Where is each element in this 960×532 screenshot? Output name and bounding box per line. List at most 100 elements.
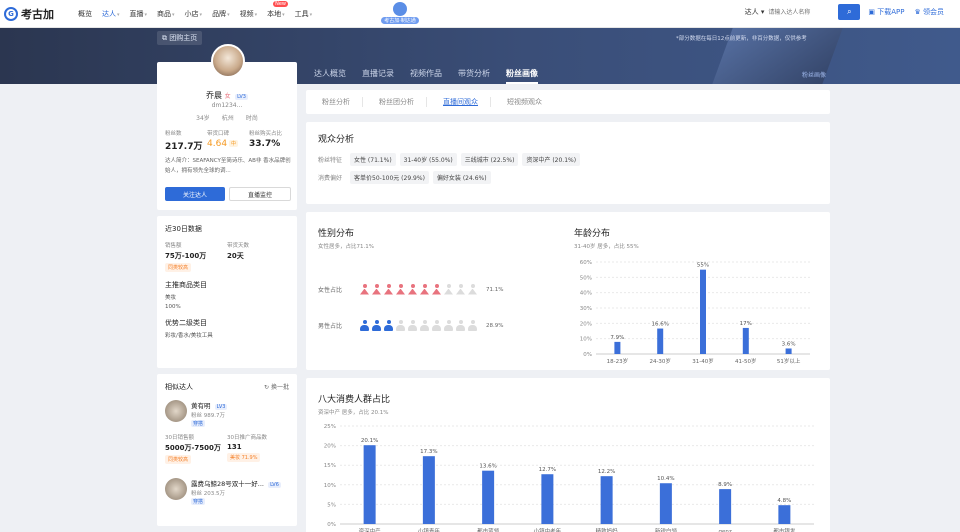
banner-note: *部分数据在每日12点前更新，非百分数据，仅供参考 [676,36,807,42]
bar[interactable] [700,269,706,354]
top-navigation: G 考古加 概览 达人▾ 直播▾ 商品▾ 小店▾ 品牌▾ 视频▾ 本地▾ New 工具▾ 考古加·… [0,0,960,28]
profile-id: dm1234... [211,102,243,109]
female-person-icon [456,284,465,295]
consumer-title: 八大消费人群占比 [318,395,391,405]
banner-link[interactable]: 粉丝画像 [802,70,826,79]
search-category-select[interactable]: 达人 ▾ [745,7,765,17]
logo[interactable]: G 考古加 [4,6,60,22]
x-tick-label: 小镇中老年 [534,527,562,532]
main-category: 美妆 [165,295,177,301]
search-button[interactable]: ⌕ [838,4,861,20]
profile-tab[interactable]: 粉丝画像 [506,68,538,84]
bar[interactable] [778,505,791,524]
promo-entry[interactable]: 考古加·制达通 [376,2,424,26]
x-tick-label: 新锐白领 [655,527,678,532]
female-person-icon [432,284,441,295]
audience-chip: 偏好女装 (24.6%) [432,171,491,184]
gender-icon: 女 [224,93,231,100]
audience-chip: 女性 (71.1%) [350,153,396,166]
group-home-link[interactable]: ⧉ 团购主页 [157,31,203,45]
vip-link[interactable]: ♛ 领会员 [914,7,944,17]
nav-item[interactable]: 视频▾ [240,9,258,19]
bar[interactable] [614,341,621,354]
similar-item[interactable]: 露费乌鲸28号双十一好... LV6 粉丝 203.5万 穿搭 [165,478,289,505]
refresh-button[interactable]: ↻ 换一批 [264,382,289,392]
profile-tags: 34岁 杭州 时尚 [157,113,297,122]
audience-subtab[interactable]: 直播间观众 [439,97,491,107]
similar-item[interactable]: 黄有明 LV3 粉丝 989.7万 穿搭 [165,400,289,427]
audience-chip: 资深中产 (20.1%) [522,153,581,166]
data-label: 16.6% [651,322,668,328]
y-tick-label: 0% [327,522,336,528]
nav-item[interactable]: 品牌▾ [212,9,230,19]
audience-subtab[interactable]: 短视频观众 [503,97,554,107]
profile-tabs: 达人概览 直播记录 视频作品 带货分析 粉丝画像 [314,68,554,84]
x-tick-label: 精致妈妈 [596,527,619,532]
male-pct: 28.9% [486,322,504,329]
nav-item[interactable]: 小店▾ [185,9,203,19]
live-monitor-button[interactable]: 直播监控 [229,187,291,201]
nav-item[interactable]: 本地▾ New [267,0,288,19]
male-person-icon [444,320,453,331]
bar[interactable] [785,348,792,354]
chevron-down-icon: ▾ [172,11,175,18]
stat-label: 粉丝购买占比 [249,131,283,137]
nav-item[interactable]: 商品▾ [157,9,175,19]
follow-button[interactable]: 关注达人 [165,187,225,201]
chevron-down-icon: ▾ [309,11,313,18]
similar-name: 黄有明 [191,402,211,410]
similar-header: 相似达人 ↻ 换一批 [165,382,289,392]
bar[interactable] [659,483,672,524]
profile-tab[interactable]: 带货分析 [458,68,490,84]
data-label: 3.6% [782,341,796,347]
male-person-icon [384,320,393,331]
x-tick-label: 都市银发 [773,527,796,532]
second-category-block: 优势二级类目 彩妆/香水/美妆工具 [165,318,289,339]
similar-sales: 30日销售额 5000万-7500万 同类较高 [165,433,227,464]
nav-item[interactable]: 直播▾ [130,9,148,19]
data-label: 17.3% [420,449,437,455]
avatar[interactable] [211,44,245,78]
nav-item-label: 直播 [129,9,144,18]
female-person-icon [468,284,477,295]
data-label: 55% [697,263,709,269]
bar[interactable] [363,445,376,524]
bar[interactable] [742,327,749,354]
nav-item[interactable]: 概览 [78,9,92,19]
audience-chip: 31-40岁 (55.0%) [399,153,457,166]
profile-tab[interactable]: 视频作品 [410,68,442,84]
male-person-icon [420,320,429,331]
female-person-icon [372,284,381,295]
stat-purchase-ratio: 粉丝购买占比 33.7% [249,129,291,152]
recent-sales: 销售额 75万-100万 同类较高 [165,238,227,272]
search-input[interactable] [768,4,839,20]
audience-analysis-card: 观众分析 粉丝特征 女性 (71.1%) 31-40岁 (55.0%) 三线城市 (2… [306,122,830,204]
female-figures [360,284,480,295]
chip-label: 粉丝特征 [318,157,343,164]
nav-item[interactable]: 工具▾ [295,9,313,19]
profile-card: 乔晨 女 LV3 dm1234... 34岁 杭州 时尚 粉丝数 217.7万 … [157,44,297,210]
male-person-icon [432,320,441,331]
download-app-link[interactable]: ▣ 下载APP [868,7,904,17]
consumer-subtitle: 资深中产 居多，占比 20.1% [318,410,389,416]
bar[interactable] [600,476,613,524]
stat-value: 4.64 中 [207,139,249,149]
bar[interactable] [541,474,554,524]
audience-subtab[interactable]: 粉丝团分析 [375,97,427,107]
male-person-icon [396,320,405,331]
bar[interactable] [719,489,732,524]
nav-item[interactable]: 达人▾ [102,9,120,19]
female-person-icon [384,284,393,295]
audience-subtab[interactable]: 粉丝分析 [318,97,363,107]
gender-title: 性别分布 [318,229,355,239]
similar-info: 黄有明 LV3 粉丝 989.7万 穿搭 [191,400,228,427]
y-tick-label: 40% [580,291,592,297]
data-label: 17% [740,321,752,327]
profile-name-row: 乔晨 女 LV3 [157,90,297,101]
profile-tab[interactable]: 直播记录 [362,68,394,84]
sales-tag: 同类较高 [165,263,192,272]
bar[interactable] [657,328,664,354]
profile-tab[interactable]: 达人概览 [314,68,346,84]
bar[interactable] [422,456,435,524]
bar[interactable] [482,470,495,524]
